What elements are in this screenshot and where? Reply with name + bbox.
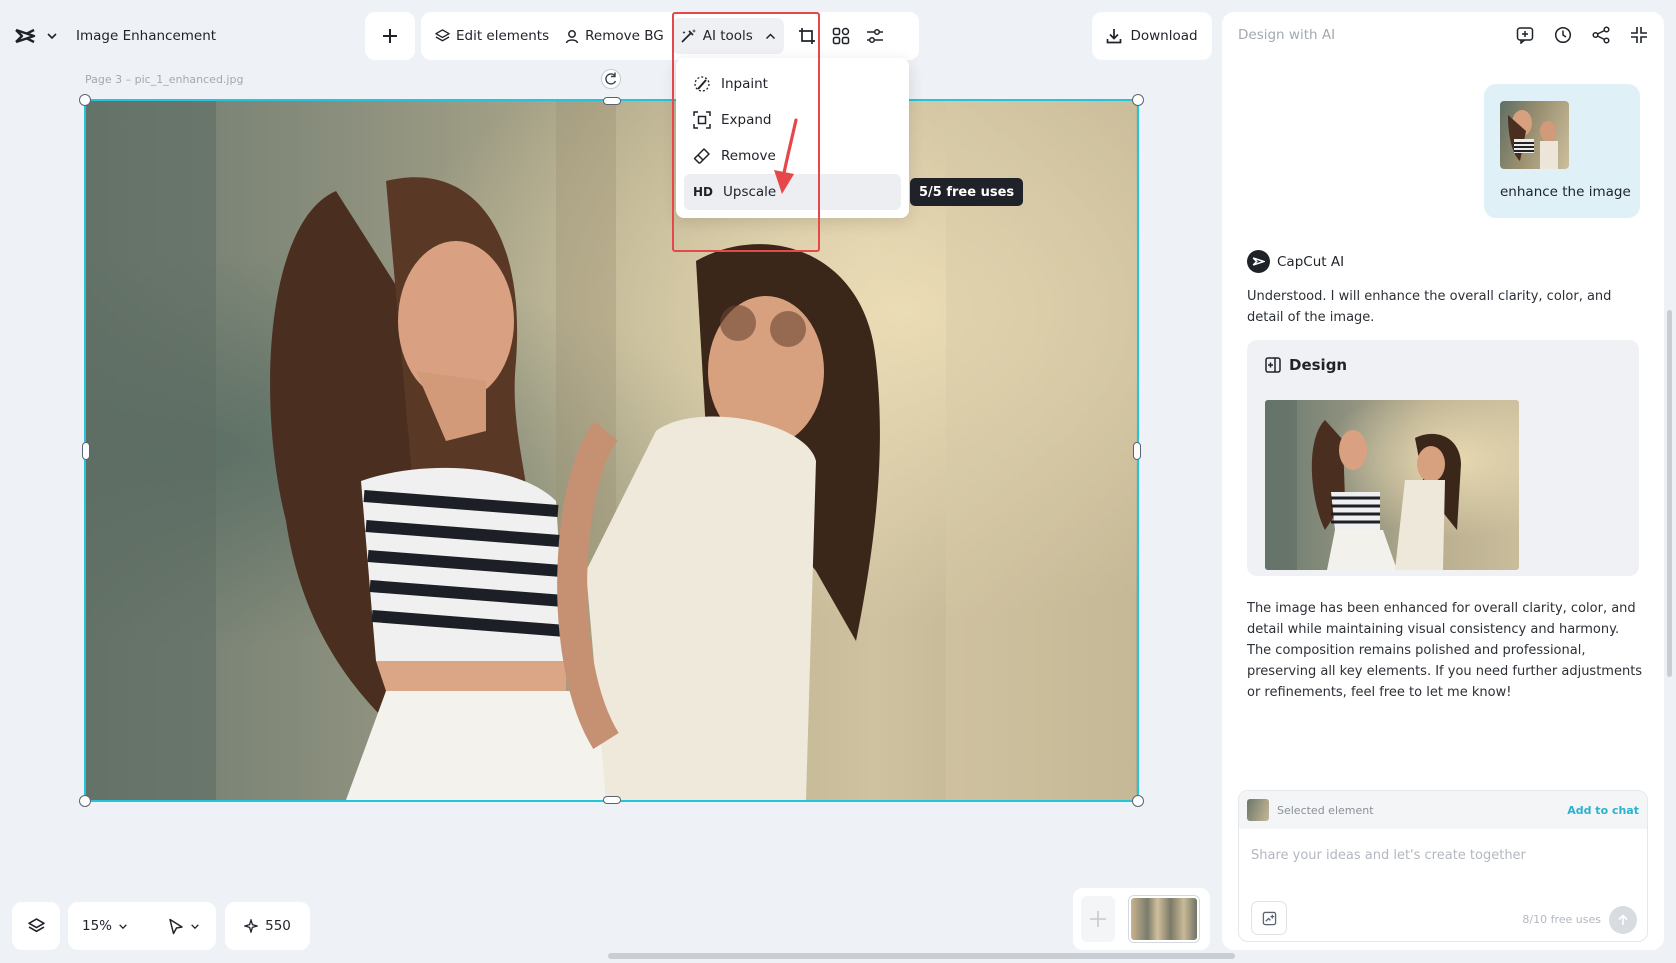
zoom-and-pointer-controls: 15% xyxy=(68,902,216,950)
share-icon[interactable] xyxy=(1592,26,1610,44)
layers-button[interactable] xyxy=(12,902,60,950)
arrange-button[interactable] xyxy=(824,18,858,54)
project-title[interactable]: Image Enhancement xyxy=(76,28,216,44)
resize-handle-bottom-left[interactable] xyxy=(79,795,91,807)
layers-icon xyxy=(435,28,450,44)
person-icon xyxy=(565,29,579,44)
attach-image-button[interactable] xyxy=(1251,901,1287,935)
menu-item-inpaint[interactable]: Inpaint xyxy=(684,66,901,102)
menu-item-label: Inpaint xyxy=(721,76,768,92)
resize-handle-right[interactable] xyxy=(1133,442,1141,460)
new-chat-icon[interactable] xyxy=(1516,26,1534,44)
add-page-button[interactable] xyxy=(1081,896,1115,942)
design-icon xyxy=(1265,357,1281,373)
selected-element-row: Selected element Add to chat xyxy=(1239,791,1647,829)
design-result-card[interactable]: Design xyxy=(1247,340,1639,576)
brush-icon xyxy=(693,75,711,93)
ai-tools-label: AI tools xyxy=(702,28,753,44)
pages-strip xyxy=(1073,888,1210,950)
expand-icon xyxy=(693,111,711,129)
layers-icon xyxy=(27,917,45,935)
design-card-header: Design xyxy=(1265,356,1347,374)
plus-icon xyxy=(1090,911,1106,927)
add-button[interactable] xyxy=(365,12,415,60)
crop-button[interactable] xyxy=(790,18,824,54)
design-with-ai-panel: Design with AI enhance the image CapCut … xyxy=(1222,12,1664,950)
user-attachment-thumbnail[interactable] xyxy=(1500,101,1569,169)
free-uses-counter: 8/10 free uses xyxy=(1522,913,1601,926)
download-icon xyxy=(1106,28,1122,44)
page-thumbnail[interactable] xyxy=(1129,896,1199,942)
resize-handle-bottom[interactable] xyxy=(603,796,621,804)
edit-elements-button[interactable]: Edit elements xyxy=(427,18,557,54)
capcut-logo-icon[interactable] xyxy=(14,27,36,45)
magic-wand-icon xyxy=(680,28,697,44)
menu-item-label: Upscale xyxy=(723,184,777,200)
menu-item-label: Expand xyxy=(721,112,772,128)
chevron-down-icon[interactable] xyxy=(46,32,58,40)
page-label: Page 3 – pic_1_enhanced.jpg xyxy=(85,73,244,86)
selected-element-thumbnail xyxy=(1247,799,1269,821)
capcut-ai-logo-icon xyxy=(1247,250,1270,273)
toolbar: Edit elements Remove BG AI tools xyxy=(421,12,919,60)
credits-count: 550 xyxy=(265,918,291,934)
download-label: Download xyxy=(1130,28,1198,44)
remove-bg-button[interactable]: Remove BG xyxy=(557,18,672,54)
hd-icon: HD xyxy=(693,185,714,199)
resize-handle-left[interactable] xyxy=(82,442,90,460)
design-result-image[interactable] xyxy=(1265,400,1519,570)
sliders-icon xyxy=(866,28,884,44)
panel-scrollbar[interactable] xyxy=(1667,310,1672,677)
sparkle-icon xyxy=(244,919,259,933)
arrow-up-icon xyxy=(1618,914,1628,925)
menu-item-label: Remove xyxy=(721,148,776,164)
panel-header-icons xyxy=(1516,26,1648,44)
credits-button[interactable]: 550 xyxy=(225,902,310,950)
user-message-text: enhance the image xyxy=(1500,184,1631,200)
assistant-name: CapCut AI xyxy=(1277,253,1345,270)
chat-input[interactable] xyxy=(1251,848,1631,863)
brand-area: Image Enhancement xyxy=(14,22,216,50)
annotation-arrow-icon xyxy=(774,118,798,194)
panel-title: Design with AI xyxy=(1238,27,1336,43)
user-message-bubble: enhance the image xyxy=(1484,84,1640,218)
free-uses-tooltip: 5/5 free uses xyxy=(910,178,1024,206)
resize-handle-top-right[interactable] xyxy=(1132,94,1144,106)
assistant-header: CapCut AI xyxy=(1247,250,1344,273)
ai-tools-button[interactable]: AI tools xyxy=(671,18,784,54)
add-image-icon xyxy=(1262,911,1276,925)
chevron-up-icon xyxy=(765,32,776,40)
canvas-horizontal-scrollbar[interactable] xyxy=(608,953,1235,959)
download-button[interactable]: Download xyxy=(1092,12,1212,60)
selected-element-label: Selected element xyxy=(1277,803,1374,817)
eraser-icon xyxy=(693,147,711,165)
pointer-icon[interactable] xyxy=(168,918,184,935)
edit-elements-label: Edit elements xyxy=(456,28,550,44)
adjust-button[interactable] xyxy=(858,18,892,54)
resize-handle-top[interactable] xyxy=(603,97,621,105)
send-button[interactable] xyxy=(1609,906,1637,934)
rotate-handle[interactable] xyxy=(601,69,621,89)
design-card-title: Design xyxy=(1289,356,1348,374)
resize-handle-bottom-right[interactable] xyxy=(1132,795,1144,807)
remove-bg-label: Remove BG xyxy=(585,28,664,44)
assistant-reply-1: Understood. I will enhance the overall c… xyxy=(1247,289,1612,325)
collapse-icon[interactable] xyxy=(1630,26,1648,44)
assistant-reply-2: The image has been enhanced for overall … xyxy=(1247,601,1643,700)
chevron-down-icon[interactable] xyxy=(190,923,200,930)
resize-handle-top-left[interactable] xyxy=(79,94,91,106)
history-icon[interactable] xyxy=(1554,26,1572,44)
chat-composer: Selected element Add to chat 8/10 free u… xyxy=(1238,790,1648,942)
chevron-down-icon[interactable] xyxy=(118,923,128,930)
zoom-level[interactable]: 15% xyxy=(82,918,112,934)
shapes-icon xyxy=(832,27,850,45)
add-to-chat-button[interactable]: Add to chat xyxy=(1567,804,1639,817)
plus-icon xyxy=(382,28,398,44)
crop-icon xyxy=(798,27,816,45)
rotate-icon xyxy=(605,72,617,85)
